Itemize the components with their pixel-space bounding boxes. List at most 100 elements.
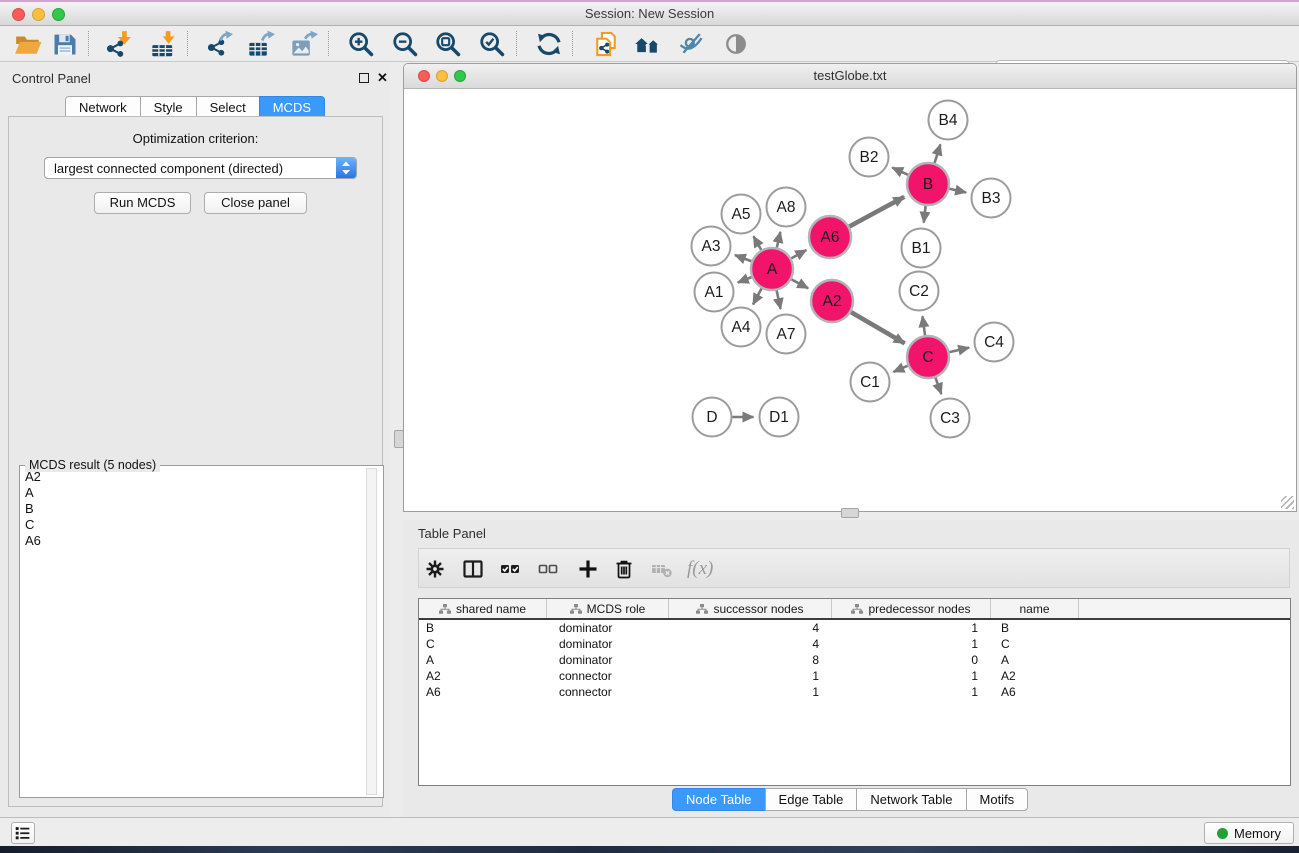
mcds-result-item[interactable]: A2 — [21, 469, 367, 485]
graph-node-A2[interactable]: A2 — [811, 280, 853, 322]
import-network-icon[interactable] — [104, 30, 132, 58]
cell-shared-name[interactable]: A — [419, 652, 547, 668]
zoom-fit-content-icon[interactable] — [434, 30, 462, 58]
import-table-icon[interactable] — [150, 30, 178, 58]
cell-predecessor-nodes[interactable]: 0 — [832, 652, 991, 668]
cell-predecessor-nodes[interactable]: 1 — [832, 620, 991, 636]
graph-node-B3[interactable]: B3 — [972, 179, 1011, 218]
graph-node-A3[interactable]: A3 — [692, 227, 731, 266]
table-row[interactable]: A2connector11A2 — [419, 668, 1290, 684]
cell-MCDS-role[interactable]: connector — [547, 684, 669, 700]
cell-name[interactable]: A2 — [991, 668, 1079, 684]
run-mcds-button[interactable]: Run MCDS — [94, 192, 191, 214]
column-header-MCDS-role[interactable]: MCDS role — [547, 599, 669, 618]
table-row[interactable]: Bdominator41B — [419, 620, 1290, 636]
cell-MCDS-role[interactable]: connector — [547, 668, 669, 684]
zoom-in-icon[interactable] — [347, 30, 375, 58]
create-column-plus-icon[interactable] — [576, 557, 600, 581]
first-neighbors-icon[interactable] — [634, 30, 662, 58]
table-row[interactable]: A6connector11A6 — [419, 684, 1290, 700]
criterion-dropdown[interactable]: largest connected component (directed) — [44, 157, 357, 179]
minimize-window-button[interactable] — [32, 8, 45, 21]
graph-edge-A6-B[interactable] — [849, 197, 904, 227]
graph-edge-B-B2[interactable] — [892, 168, 908, 175]
table-row[interactable]: Adominator80A — [419, 652, 1290, 668]
cell-MCDS-role[interactable]: dominator — [547, 620, 669, 636]
network-maximize-button[interactable] — [454, 70, 466, 82]
task-history-button[interactable] — [11, 822, 35, 844]
column-header-name[interactable]: name — [991, 599, 1079, 618]
export-image-icon[interactable] — [290, 30, 318, 58]
graph-node-C[interactable]: C — [907, 336, 949, 378]
graph-node-C4[interactable]: C4 — [975, 323, 1014, 362]
mcds-result-item[interactable]: C — [21, 517, 367, 533]
graph-edge-A-A8[interactable] — [777, 232, 781, 248]
graph-edge-C-C1[interactable] — [893, 366, 907, 372]
graph-edge-B-B3[interactable] — [949, 189, 966, 193]
cell-predecessor-nodes[interactable]: 1 — [832, 636, 991, 652]
cell-MCDS-role[interactable]: dominator — [547, 636, 669, 652]
zoom-out-icon[interactable] — [391, 30, 419, 58]
cell-successor-nodes[interactable]: 4 — [669, 620, 832, 636]
tab-motifs[interactable]: Motifs — [966, 788, 1029, 811]
tab-node-table[interactable]: Node Table — [672, 788, 766, 811]
tab-edge-table[interactable]: Edge Table — [765, 788, 858, 811]
graph-node-D1[interactable]: D1 — [760, 398, 799, 437]
cell-MCDS-role[interactable]: dominator — [547, 652, 669, 668]
cell-name[interactable]: C — [991, 636, 1079, 652]
graph-node-B4[interactable]: B4 — [929, 101, 968, 140]
graph-node-A6[interactable]: A6 — [809, 216, 851, 258]
cell-predecessor-nodes[interactable]: 1 — [832, 668, 991, 684]
cell-shared-name[interactable]: B — [419, 620, 547, 636]
cell-successor-nodes[interactable]: 1 — [669, 684, 832, 700]
hide-selected-icon[interactable] — [677, 30, 705, 58]
graph-node-A1[interactable]: A1 — [695, 273, 734, 312]
graph-node-C1[interactable]: C1 — [851, 363, 890, 402]
graph-edge-A-A2[interactable] — [791, 279, 808, 288]
graph-edge-A-A3[interactable] — [735, 255, 752, 261]
select-all-columns-icon[interactable] — [498, 557, 522, 581]
column-header-shared-name[interactable]: shared name — [419, 599, 547, 618]
cell-shared-name[interactable]: A2 — [419, 668, 547, 684]
network-minimize-button[interactable] — [436, 70, 448, 82]
maximize-window-button[interactable] — [52, 8, 65, 21]
memory-button[interactable]: Memory — [1204, 822, 1294, 844]
save-session-icon[interactable] — [51, 30, 79, 58]
graph-edge-C-C2[interactable] — [922, 316, 925, 335]
close-panel-icon[interactable]: ✕ — [377, 72, 388, 84]
export-table-icon[interactable] — [247, 30, 275, 58]
graph-node-C3[interactable]: C3 — [931, 399, 970, 438]
graph-node-B[interactable]: B — [907, 163, 949, 205]
graph-node-A7[interactable]: A7 — [767, 315, 806, 354]
graph-edge-A-A6[interactable] — [791, 250, 806, 258]
cell-name[interactable]: B — [991, 620, 1079, 636]
close-panel-button[interactable]: Close panel — [204, 192, 307, 214]
open-session-icon[interactable] — [14, 30, 42, 58]
graph-edge-C-C3[interactable] — [935, 378, 941, 394]
tab-network-table[interactable]: Network Table — [856, 788, 966, 811]
show-all-eye-icon[interactable] — [722, 30, 750, 58]
cell-name[interactable]: A6 — [991, 684, 1079, 700]
table-row[interactable]: Cdominator41C — [419, 636, 1290, 652]
network-canvas[interactable]: B4B2BB3A8A5A6A3B1AC2A1A2A4A7C4CC1C3DD1 — [404, 88, 1296, 511]
cell-shared-name[interactable]: C — [419, 636, 547, 652]
graph-node-D[interactable]: D — [693, 398, 732, 437]
graph-node-A5[interactable]: A5 — [722, 195, 761, 234]
graph-node-A[interactable]: A — [751, 248, 793, 290]
close-window-button[interactable] — [12, 8, 25, 21]
graph-node-A8[interactable]: A8 — [767, 188, 806, 227]
graph-node-A4[interactable]: A4 — [722, 308, 761, 347]
duplicate-network-icon[interactable] — [592, 30, 620, 58]
graph-edge-A-A5[interactable] — [754, 236, 762, 250]
graph-node-B1[interactable]: B1 — [902, 229, 941, 268]
cell-name[interactable]: A — [991, 652, 1079, 668]
cell-predecessor-nodes[interactable]: 1 — [832, 684, 991, 700]
mcds-result-item[interactable]: A — [21, 485, 367, 501]
graph-edge-A-A1[interactable] — [738, 277, 752, 282]
cell-successor-nodes[interactable]: 1 — [669, 668, 832, 684]
graph-edge-A2-C[interactable] — [851, 312, 905, 343]
delete-columns-trash-icon[interactable] — [612, 557, 636, 581]
graph-node-B2[interactable]: B2 — [850, 138, 889, 177]
horizontal-splitter-grip[interactable] — [841, 508, 859, 518]
refresh-view-icon[interactable] — [535, 30, 563, 58]
